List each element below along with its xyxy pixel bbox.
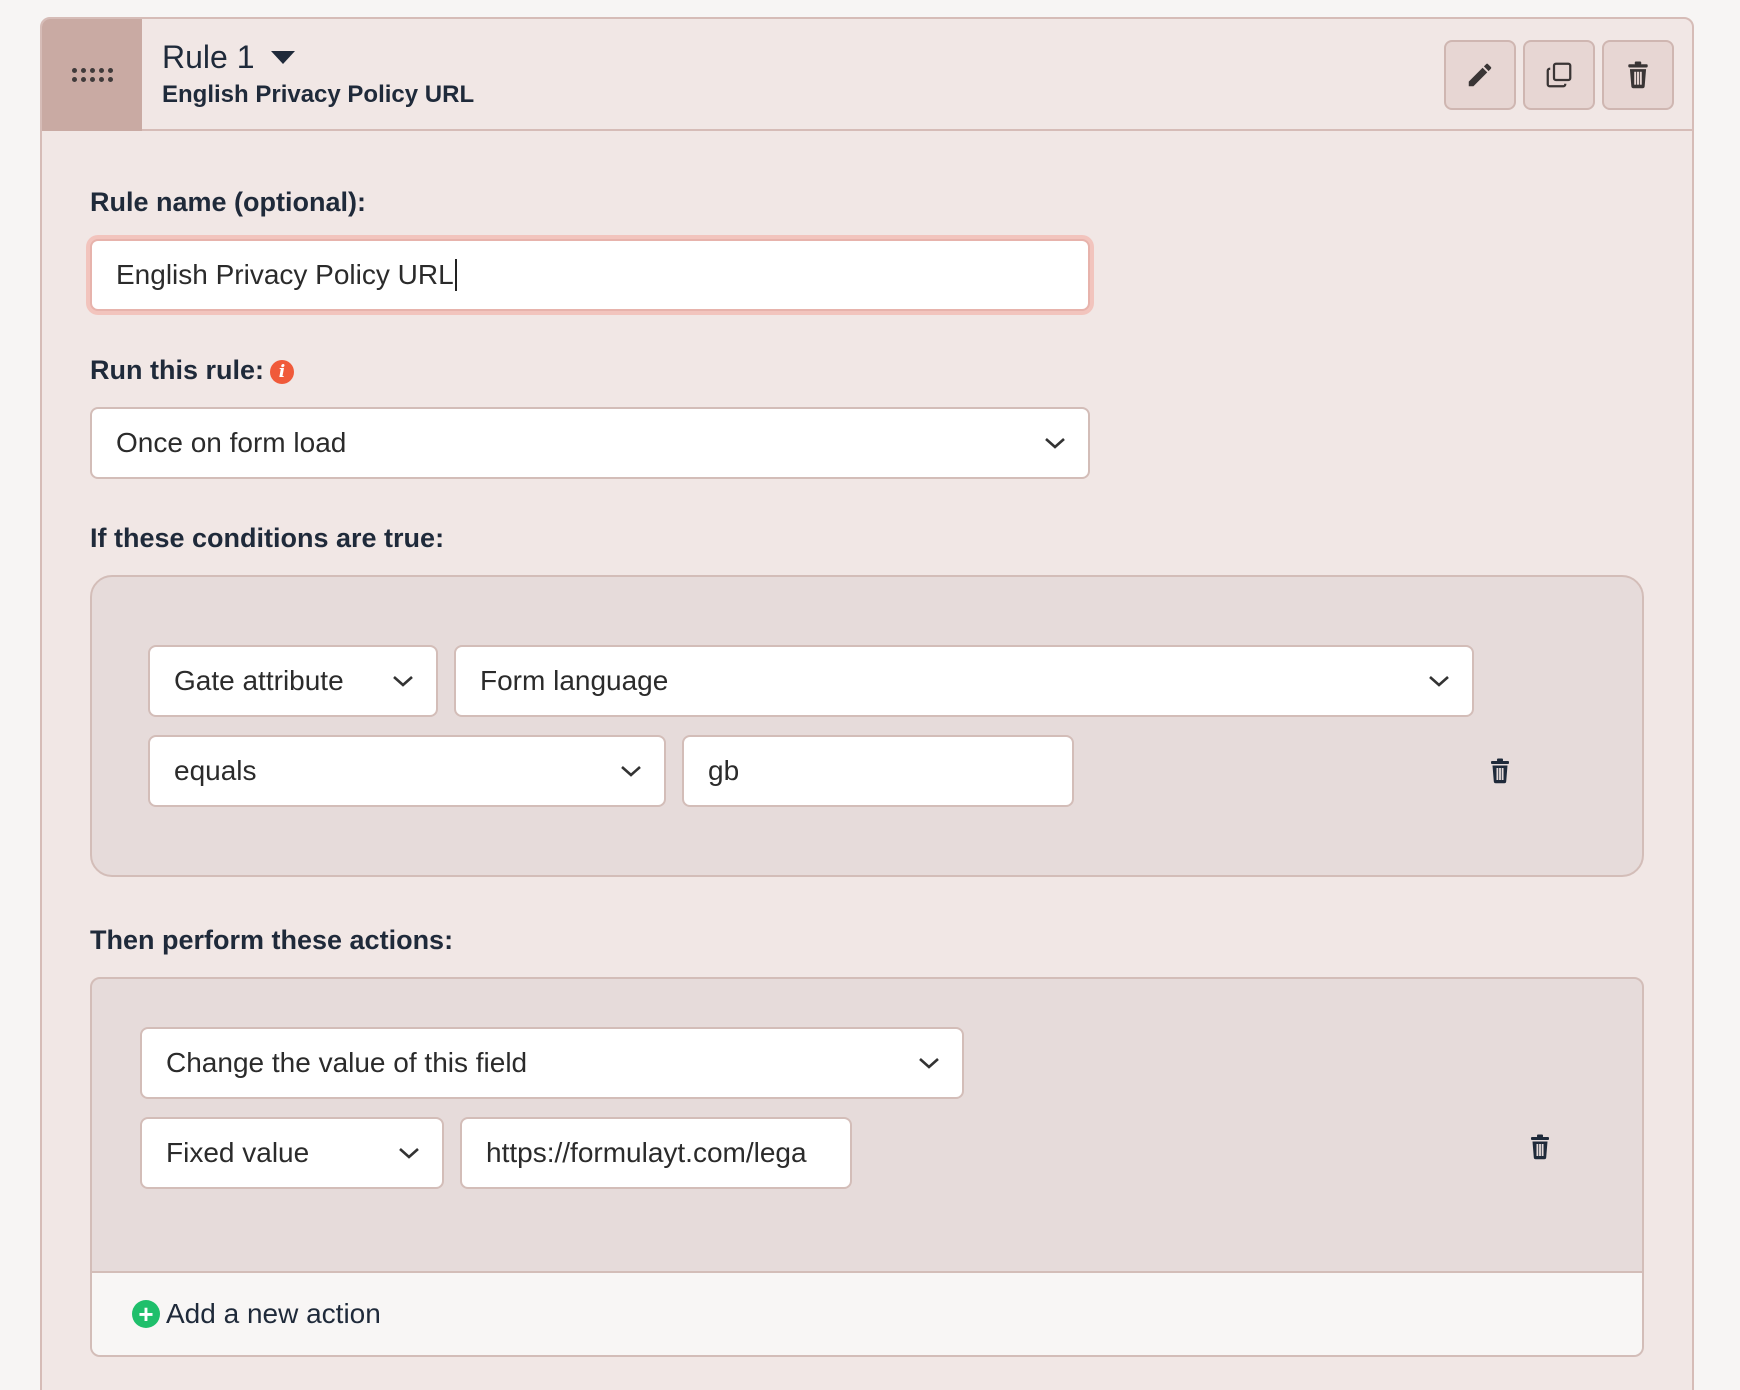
delete-action-trash-icon[interactable] — [1528, 1133, 1552, 1161]
chevron-down-icon — [399, 1148, 419, 1159]
text-cursor — [454, 259, 457, 291]
chevron-down-icon — [393, 676, 413, 687]
chevron-down-icon — [919, 1058, 939, 1069]
run-rule-select[interactable]: Once on form load — [90, 407, 1090, 479]
action-type-value: Change the value of this field — [166, 1047, 528, 1078]
condition-attribute-value: Form language — [480, 665, 669, 696]
chevron-down-icon — [1429, 676, 1449, 687]
run-rule-label: Run this rule: — [90, 355, 264, 385]
actions-group: Change the value of this field Fixed val… — [90, 977, 1644, 1357]
edit-button[interactable] — [1444, 40, 1516, 110]
caret-down-icon — [270, 51, 295, 64]
rule-subtitle: English Privacy Policy URL — [162, 81, 475, 108]
add-action-label: Add a new action — [166, 1298, 381, 1329]
rule-panel: Rule 1 English Privacy Policy URL Rule n… — [40, 17, 1694, 1390]
conditions-label: If these conditions are true: — [90, 523, 445, 553]
rule-name-label: Rule name (optional): — [90, 187, 366, 217]
rule-title: Rule 1 — [162, 39, 255, 75]
pencil-icon — [1468, 63, 1492, 87]
rule-name-value: English Privacy Policy URL — [116, 259, 454, 290]
condition-attribute-select[interactable]: Form language — [454, 645, 1474, 717]
action-type-select[interactable]: Change the value of this field — [140, 1027, 964, 1099]
drag-handle-icon[interactable] — [42, 19, 142, 131]
run-rule-label-row: Run this rule: i — [90, 355, 294, 386]
add-action-button[interactable]: + Add a new action — [92, 1271, 1642, 1355]
condition-operator-select[interactable]: equals — [148, 735, 666, 807]
condition-source-select[interactable]: Gate attribute — [148, 645, 438, 717]
trash-icon — [1628, 61, 1648, 89]
copy-icon — [1546, 62, 1572, 88]
condition-value: gb — [708, 755, 740, 786]
action-value-type-select[interactable]: Fixed value — [140, 1117, 444, 1189]
plus-circle-icon: + — [132, 1300, 160, 1328]
chevron-down-icon — [621, 766, 641, 777]
rule-name-input[interactable]: English Privacy Policy URL — [90, 239, 1090, 311]
action-value-input[interactable]: https://formulayt.com/lega — [460, 1117, 852, 1189]
duplicate-button[interactable] — [1523, 40, 1595, 110]
run-rule-selected: Once on form load — [116, 427, 347, 458]
rule-header: Rule 1 English Privacy Policy URL — [42, 19, 1692, 131]
condition-operator-value: equals — [174, 755, 257, 786]
action-value: https://formulayt.com/lega — [486, 1137, 807, 1168]
rule-title-toggle[interactable]: Rule 1 — [162, 39, 295, 76]
delete-rule-button[interactable] — [1602, 40, 1674, 110]
delete-condition-trash-icon[interactable] — [1488, 757, 1512, 785]
condition-value-input[interactable]: gb — [682, 735, 1074, 807]
conditions-group: Gate attribute Form language equals gb — [90, 575, 1644, 877]
info-icon[interactable]: i — [270, 359, 294, 384]
actions-label: Then perform these actions: — [90, 925, 454, 955]
chevron-down-icon — [1045, 438, 1065, 449]
